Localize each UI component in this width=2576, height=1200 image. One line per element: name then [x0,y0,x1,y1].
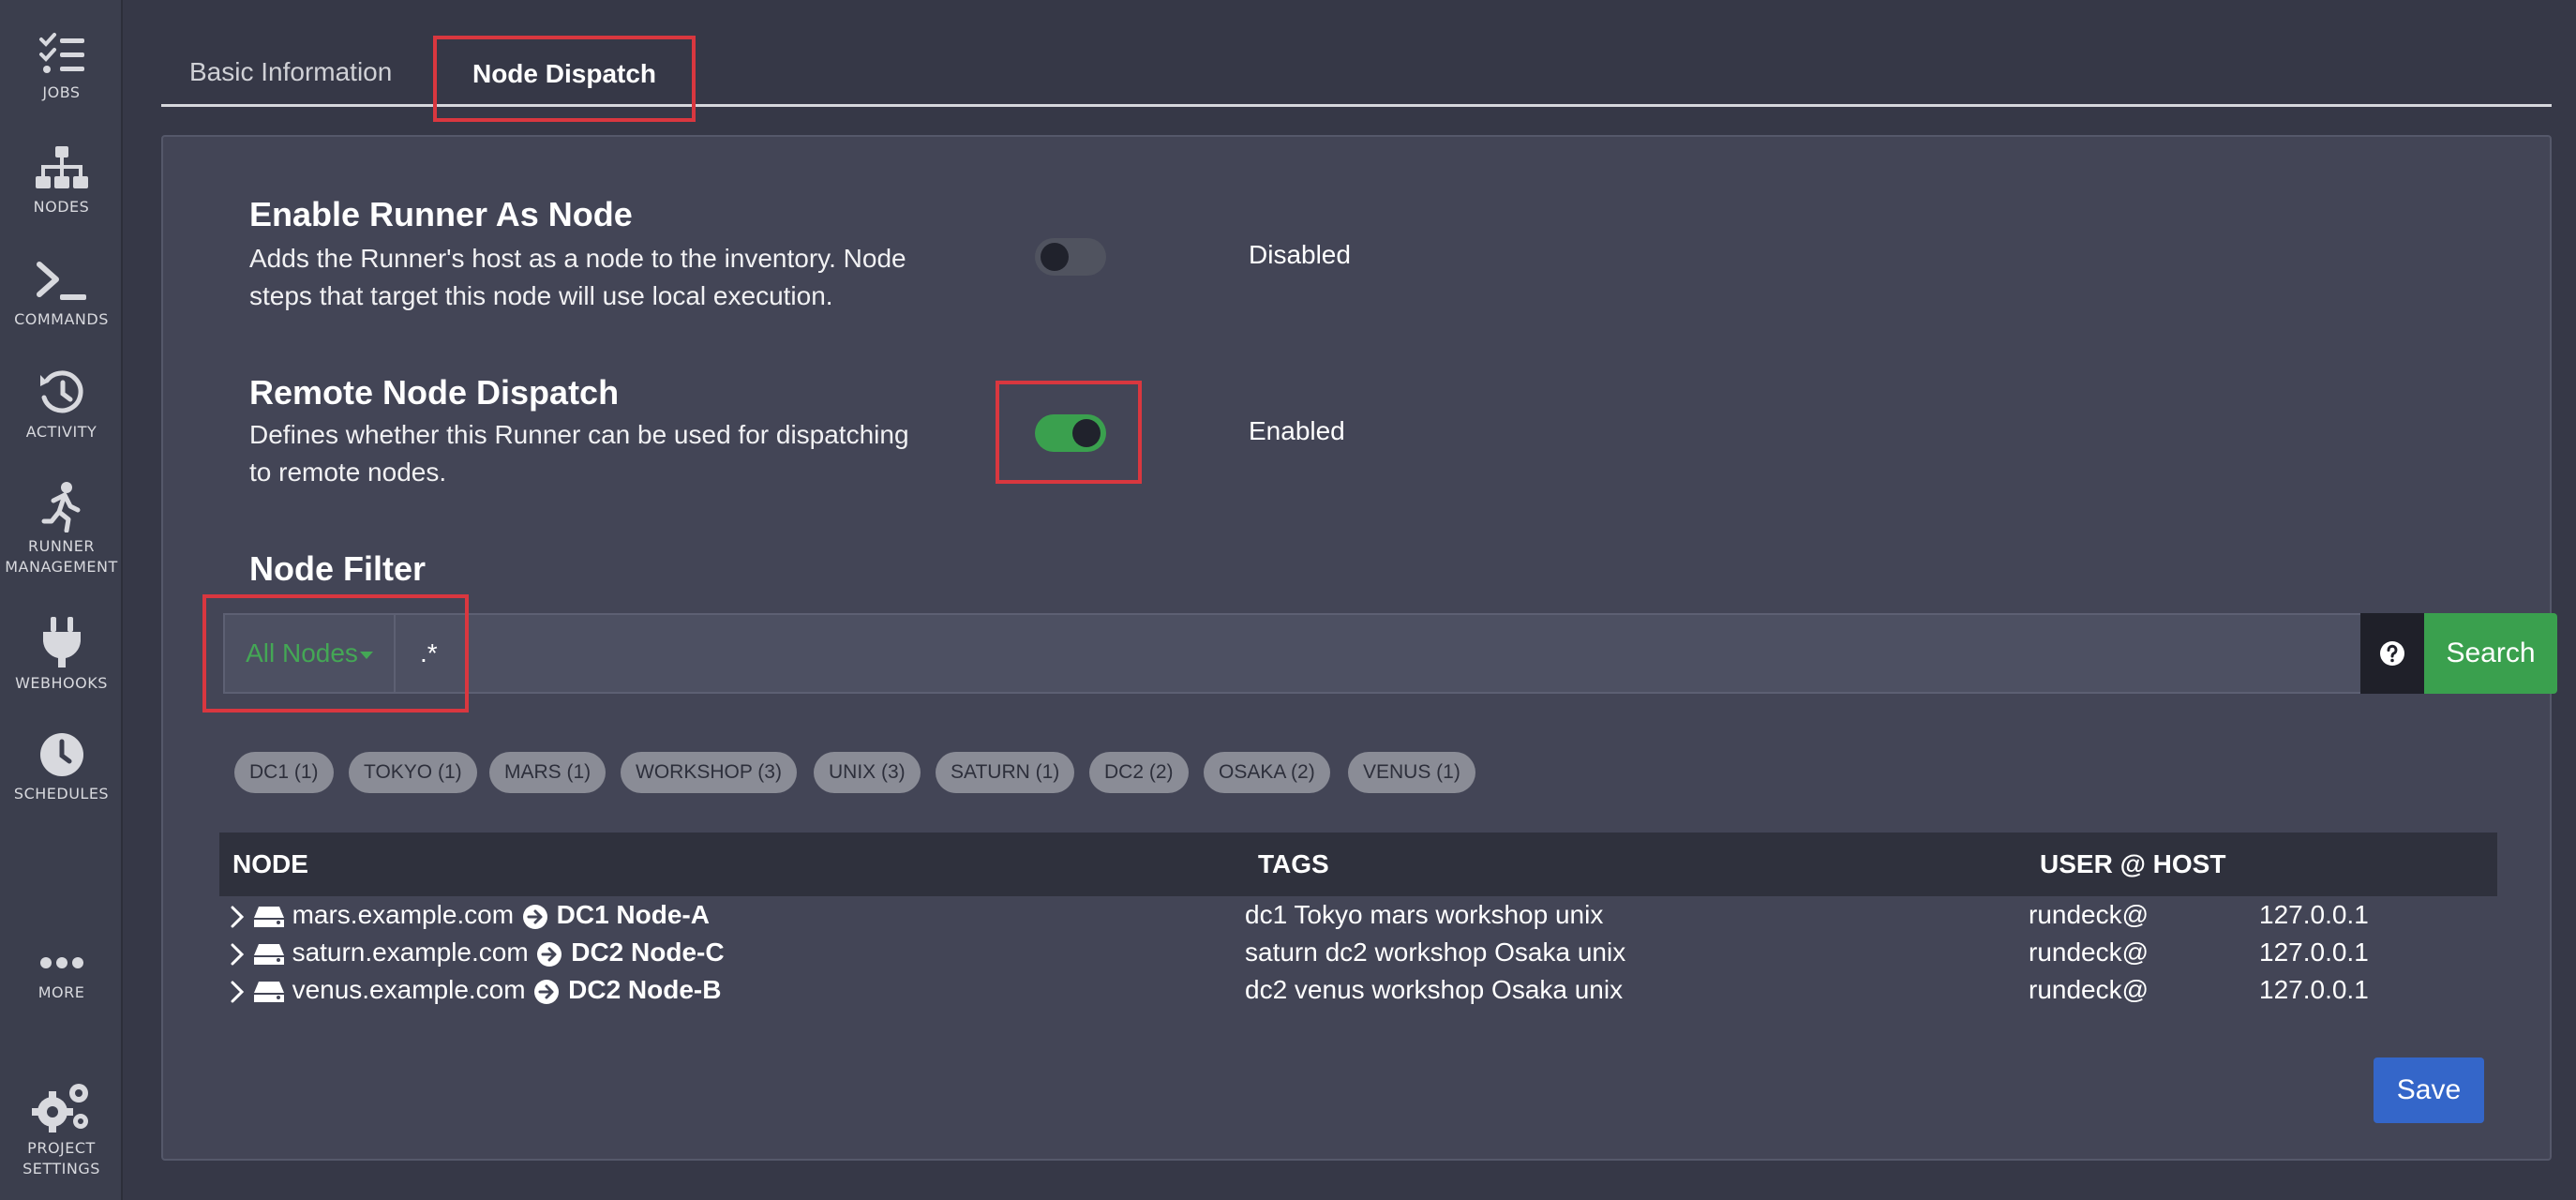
arrow-circle-right-icon [522,904,547,929]
tag-pill-workshop[interactable]: WORKSHOP (3) [621,752,797,793]
toggle-knob [1041,243,1069,271]
toggle-knob [1072,419,1101,447]
jobs-checklist-icon [38,33,84,73]
nav-nodes-label: NODES [33,198,90,216]
node-table-header: NODE TAGS USER @ HOST [219,832,2497,896]
history-icon [39,370,83,413]
nav-runner-label-2: MANAGEMENT [5,558,118,576]
tab-bar: Basic Information Node Dispatch [161,0,2552,122]
enable-runner-desc-line-1: Adds the Runner's host as a node to the … [249,244,906,273]
arrow-circle-right-icon [534,979,560,1004]
tag-pill-mars[interactable]: MARS (1) [489,752,607,793]
node-label: DC2 Node-C [571,938,725,967]
node-column-header[interactable]: NODE [232,832,308,896]
user-cell: rundeck@ [2029,938,2149,967]
tags-cell: saturn dc2 workshop Osaka unix [1245,938,1626,967]
runner-icon [41,482,80,532]
nav-project-settings-label: PROJECT [27,1139,96,1157]
table-row[interactable]: mars.example.com DC1 Node-A dc1 Tokyo ma… [219,896,2497,934]
tags-cell: dc2 venus workshop Osaka unix [1245,975,1624,1004]
host-ip-cell: 127.0.0.1 [2259,900,2369,929]
filter-help-button[interactable] [2360,613,2424,694]
enable-runner-desc-line-2: steps that target this node will use loc… [249,281,833,310]
remote-dispatch-desc-line-1: Defines whether this Runner can be used … [249,420,909,449]
tags-column-header[interactable]: TAGS [1258,832,1329,896]
clock-icon [39,733,83,776]
tag-pill-unix[interactable]: UNIX (3) [814,752,921,793]
table-row[interactable]: venus.example.com DC2 Node-B dc2 venus w… [219,971,2497,1009]
tag-pill-osaka[interactable]: OSAKA (2) [1204,752,1330,793]
node-dispatch-panel: Enable Runner As Node Adds the Runner's … [161,135,2557,1161]
node-cell: mars.example.com DC1 Node-A [229,896,710,934]
nav-schedules[interactable]: SCHEDULES [0,731,123,804]
nav-jobs-label: JOBS [42,83,81,101]
node-cell: venus.example.com DC2 Node-B [229,971,721,1009]
remote-dispatch-desc-line-2: to remote nodes. [249,458,447,487]
user-cell: rundeck@ [2029,900,2149,929]
question-circle-icon [2380,641,2404,666]
nav-schedules-label: SCHEDULES [13,785,110,802]
node-hostname[interactable]: saturn.example.com [292,938,529,967]
enable-runner-title: Enable Runner As Node [249,195,633,233]
arrow-circle-right-icon [537,941,562,967]
host-ip-cell: 127.0.0.1 [2259,938,2369,967]
nav-activity[interactable]: ACTIVITY [0,369,123,442]
tags-cell: dc1 Tokyo mars workshop unix [1245,900,1604,929]
nav-jobs[interactable]: JOBS [0,32,123,103]
user-cell: rundeck@ [2029,975,2149,1004]
table-row[interactable]: saturn.example.com DC2 Node-C saturn dc2… [219,934,2497,971]
nav-webhooks[interactable]: WEBHOOKS [0,617,123,694]
tab-node-dispatch[interactable]: Node Dispatch [433,36,696,122]
node-label: DC2 Node-B [568,975,722,1004]
nav-runner-management[interactable]: RUNNER MANAGEMENT [0,482,123,578]
nav-webhooks-label: WEBHOOKS [15,674,108,692]
terminal-prompt-icon [36,262,86,300]
node-cell: saturn.example.com DC2 Node-C [229,934,725,971]
nodes-sitemap-icon [35,146,88,188]
user-host-column-header[interactable]: USER @ HOST [2040,832,2225,896]
node-label: DC1 Node-A [556,900,710,929]
nav-project-settings-label-2: SETTINGS [22,1160,100,1178]
host-ip-cell: 127.0.0.1 [2259,975,2369,1004]
tag-pill-tokyo[interactable]: TOKYO (1) [349,752,477,793]
nav-more[interactable]: MORE [0,949,123,1003]
node-hostname[interactable]: mars.example.com [292,900,515,929]
tag-pill-saturn[interactable]: SATURN (1) [936,752,1075,793]
nav-commands[interactable]: COMMANDS [0,259,123,330]
filter-dropdown-highlight [202,594,469,712]
gears-icon [31,1084,88,1132]
search-button[interactable]: Search [2424,613,2557,694]
tab-basic-information[interactable]: Basic Information [189,38,392,107]
tag-pill-dc2[interactable]: DC2 (2) [1089,752,1189,793]
chevron-right-icon[interactable] [229,942,246,967]
tag-pill-venus[interactable]: VENUS (1) [1348,752,1475,793]
server-icon [253,906,284,927]
remote-dispatch-title: Remote Node Dispatch [249,373,620,412]
node-filter-input[interactable] [397,615,2304,692]
nav-commands-label: COMMANDS [14,310,109,328]
enable-runner-description: Adds the Runner's host as a node to the … [249,240,962,315]
node-filter-title: Node Filter [249,549,427,588]
nav-activity-label: ACTIVITY [25,423,97,441]
chevron-right-icon[interactable] [229,980,246,1004]
nav-nodes[interactable]: NODES [0,144,123,218]
ellipsis-icon [39,957,83,968]
sidebar: JOBS NODES COMMANDS ACTIVITY RUNNER MANA… [0,0,123,1200]
node-hostname[interactable]: venus.example.com [292,975,526,1004]
enable-runner-state: Disabled [1249,240,1351,269]
save-button[interactable]: Save [2374,1058,2484,1123]
server-icon [253,943,284,965]
nav-runner-label: RUNNER [28,537,95,555]
server-icon [253,981,284,1002]
node-filter-bar: All Nodes Search [223,613,2557,694]
remote-dispatch-toggle[interactable] [1035,414,1106,452]
plug-icon [42,617,81,668]
tag-pill-dc1[interactable]: DC1 (1) [234,752,334,793]
chevron-right-icon[interactable] [229,905,246,929]
nav-project-settings[interactable]: PROJECT SETTINGS [0,1082,123,1179]
remote-dispatch-description: Defines whether this Runner can be used … [249,416,962,491]
remote-dispatch-state: Enabled [1249,416,1345,445]
nav-more-label: MORE [37,983,85,1001]
enable-runner-toggle[interactable] [1035,238,1106,276]
